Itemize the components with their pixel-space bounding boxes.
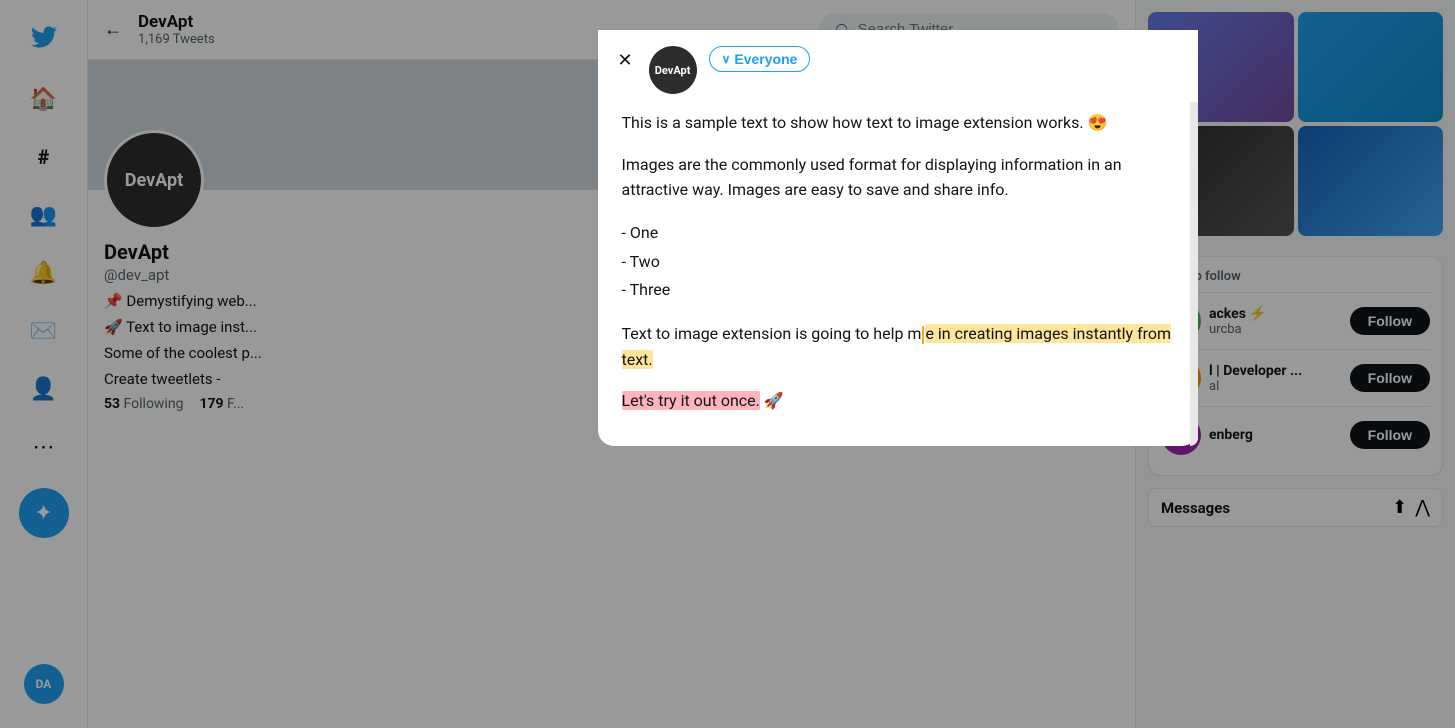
audience-chevron-icon: ∨ <box>722 52 731 66</box>
modal-user-avatar: DevApt <box>649 46 697 94</box>
paragraph3-highlight: e in creating images <box>925 324 1072 343</box>
modal-close-button[interactable]: ✕ <box>614 46 637 75</box>
modal-paragraph-1: This is a sample text to show how text t… <box>622 110 1174 136</box>
audience-label: Everyone <box>734 51 797 67</box>
compose-modal: ✕ DevApt ∨ Everyone This is a sample tex… <box>598 30 1198 446</box>
modal-paragraph-2: Images are the commonly used format for … <box>622 152 1174 203</box>
paragraph4-emoji: 🚀 <box>760 391 784 410</box>
modal-list-item-1: - One <box>622 219 1174 248</box>
paragraph4-pink: Let's try it out once. <box>622 391 760 410</box>
modal-header: ✕ DevApt ∨ Everyone <box>598 30 1198 102</box>
audience-selector-button[interactable]: ∨ Everyone <box>709 46 811 72</box>
modal-list-item-2: - Two <box>622 248 1174 277</box>
modal-list-item-3: - Three <box>622 276 1174 305</box>
modal-body: This is a sample text to show how text t… <box>598 102 1198 446</box>
modal-paragraph-3: Text to image extension is going to help… <box>622 321 1174 372</box>
modal-paragraph-4: Let's try it out once. 🚀 <box>622 388 1174 414</box>
modal-list: - One - Two - Three <box>622 219 1174 305</box>
modal-overlay[interactable]: ✕ DevApt ∨ Everyone This is a sample tex… <box>0 0 1455 728</box>
paragraph3-before: Text to image extension is going to help… <box>622 324 922 343</box>
